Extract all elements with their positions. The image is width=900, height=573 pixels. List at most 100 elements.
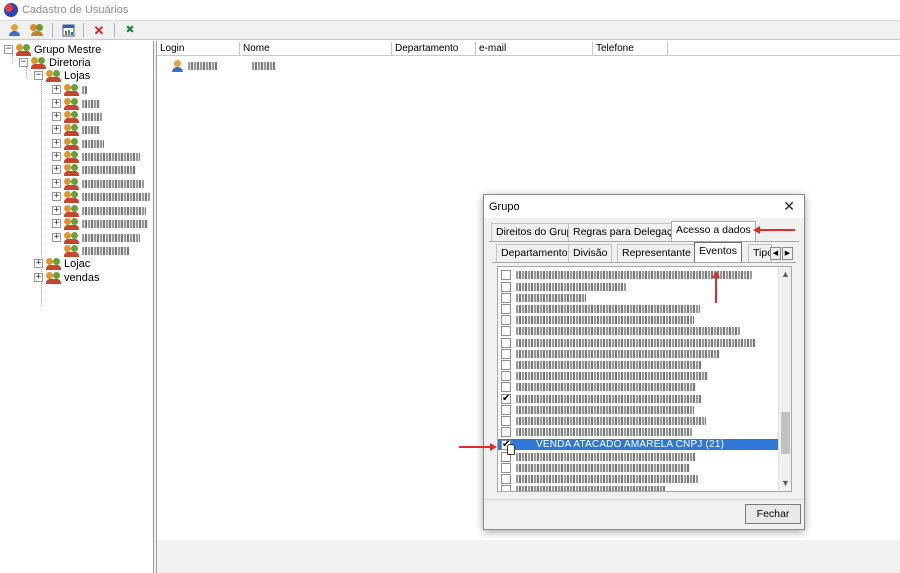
item-checkbox[interactable] xyxy=(501,314,511,325)
list-item[interactable] xyxy=(498,269,778,280)
close-icon[interactable]: ✕ xyxy=(783,198,795,215)
item-checkbox[interactable] xyxy=(501,337,511,348)
item-checkbox[interactable]: ✔ xyxy=(501,393,511,404)
list-item[interactable] xyxy=(498,473,778,484)
properties-button[interactable] xyxy=(59,22,77,38)
tree-node-loja[interactable]: + xyxy=(52,217,148,230)
panel-splitter[interactable] xyxy=(154,41,157,573)
item-checkbox[interactable] xyxy=(501,370,511,381)
list-item-selected[interactable]: ✔ VENDA ATACADO AMARELA CNPJ (21) xyxy=(498,439,778,450)
item-checkbox[interactable] xyxy=(501,359,511,370)
tree-node-loja[interactable]: + xyxy=(52,190,150,203)
item-checkbox[interactable] xyxy=(501,404,511,415)
item-checkbox[interactable] xyxy=(501,269,511,280)
tab-divisao[interactable]: Divisão xyxy=(568,244,613,262)
expand-toggle[interactable]: + xyxy=(52,112,61,121)
tree-node-loja[interactable]: + xyxy=(52,137,104,150)
item-checkbox[interactable] xyxy=(501,484,511,491)
collapse-toggle[interactable]: − xyxy=(34,71,43,80)
scroll-down-icon[interactable]: ▼ xyxy=(779,478,791,488)
column-header-telefone[interactable]: Telefone xyxy=(593,42,668,56)
expand-toggle[interactable]: + xyxy=(34,273,43,282)
list-item[interactable]: ✔ xyxy=(498,393,778,404)
item-checkbox[interactable] xyxy=(501,381,511,392)
item-checkbox[interactable] xyxy=(501,325,511,336)
expand-toggle[interactable]: + xyxy=(52,165,61,174)
table-row[interactable] xyxy=(172,60,276,72)
list-item[interactable] xyxy=(498,381,778,392)
expand-toggle[interactable]: + xyxy=(52,125,61,134)
list-item[interactable] xyxy=(498,314,778,325)
expand-toggle[interactable]: + xyxy=(52,139,61,148)
list-item[interactable] xyxy=(498,281,778,292)
tree-node-loja[interactable]: + xyxy=(52,177,144,190)
expand-toggle[interactable]: + xyxy=(52,206,61,215)
tree-node-loja[interactable]: + xyxy=(52,150,140,163)
list-item[interactable] xyxy=(498,359,778,370)
add-user-button[interactable] xyxy=(6,22,24,38)
tree-node-vendas[interactable]: + vendas xyxy=(34,271,99,284)
tree-node-lojas[interactable]: − Lojas xyxy=(34,69,90,82)
list-item[interactable] xyxy=(498,404,778,415)
expand-toggle[interactable]: + xyxy=(52,99,61,108)
tree-node-loja[interactable]: + xyxy=(52,231,140,244)
expand-toggle[interactable]: + xyxy=(52,233,61,242)
item-checkbox[interactable] xyxy=(501,348,511,359)
close-button[interactable]: Fechar xyxy=(745,504,801,524)
tab-scroll-left-button[interactable]: ◀ xyxy=(770,247,781,260)
expand-toggle[interactable]: + xyxy=(52,179,61,188)
list-item[interactable] xyxy=(498,415,778,426)
tree-node-loja[interactable]: + xyxy=(52,97,100,110)
tab-scroll-right-button[interactable]: ▶ xyxy=(782,247,793,260)
tree-node-diretoria[interactable]: − Diretoria xyxy=(19,56,91,69)
eventos-checklist[interactable]: ✔ ✔ VENDA ATACADO AMARELA CNPJ (21) ▲ ▼ xyxy=(497,266,792,492)
item-checkbox[interactable] xyxy=(501,415,511,426)
list-item[interactable] xyxy=(498,462,778,473)
item-checkbox[interactable] xyxy=(501,281,511,292)
expand-toggle[interactable]: + xyxy=(52,152,61,161)
tab-eventos[interactable]: Eventos xyxy=(694,242,742,262)
list-item[interactable] xyxy=(498,451,778,462)
tree-node-loja[interactable]: + xyxy=(52,83,87,96)
expand-toggle[interactable]: + xyxy=(52,192,61,201)
column-header-departamento[interactable]: Departamento xyxy=(392,42,476,56)
list-scrollbar[interactable]: ▲ ▼ xyxy=(778,267,791,491)
column-header-email[interactable]: e-mail xyxy=(476,42,593,56)
list-item[interactable] xyxy=(498,426,778,437)
expand-toggle[interactable]: + xyxy=(34,259,43,268)
group-tree[interactable]: − Grupo Mestre − Diretoria − Lojas + + +… xyxy=(0,41,154,573)
tree-node-loja[interactable]: + xyxy=(52,123,100,136)
tab-representante[interactable]: Representante xyxy=(617,244,696,262)
expand-toggle[interactable]: + xyxy=(52,85,61,94)
column-header-login[interactable]: Login xyxy=(157,42,240,56)
list-item[interactable] xyxy=(498,337,778,348)
scroll-thumb[interactable] xyxy=(781,412,790,454)
excel-export-button[interactable]: ✖ xyxy=(121,22,139,38)
tree-node-loja[interactable]: + xyxy=(52,110,102,123)
tree-node-loja[interactable]: + xyxy=(52,163,136,176)
item-checkbox[interactable] xyxy=(501,292,511,303)
scroll-up-icon[interactable]: ▲ xyxy=(779,269,791,279)
item-checkbox[interactable] xyxy=(501,426,511,437)
list-item[interactable] xyxy=(498,484,778,491)
list-item[interactable] xyxy=(498,292,778,303)
tab-tipo[interactable]: Tipo xyxy=(748,244,772,262)
list-item[interactable] xyxy=(498,370,778,381)
item-checkbox[interactable] xyxy=(501,462,511,473)
tree-node-loja[interactable] xyxy=(64,244,130,257)
tree-node-loja[interactable]: + xyxy=(52,204,146,217)
list-item[interactable] xyxy=(498,348,778,359)
list-item[interactable] xyxy=(498,325,778,336)
tree-node-grupo-mestre[interactable]: − Grupo Mestre xyxy=(4,43,101,56)
delete-button[interactable]: ✕ xyxy=(90,22,108,38)
tree-node-lojac[interactable]: + Lojac xyxy=(34,257,90,270)
item-checkbox[interactable] xyxy=(501,303,511,314)
item-checkbox[interactable] xyxy=(501,473,511,484)
column-header-nome[interactable]: Nome xyxy=(240,42,392,56)
list-item[interactable] xyxy=(498,303,778,314)
tab-acesso-a-dados[interactable]: Acesso a dados xyxy=(671,221,756,241)
collapse-toggle[interactable]: − xyxy=(4,45,13,54)
add-group-button[interactable] xyxy=(28,22,46,38)
tab-departamento[interactable]: Departamento xyxy=(496,244,573,262)
collapse-toggle[interactable]: − xyxy=(19,58,28,67)
